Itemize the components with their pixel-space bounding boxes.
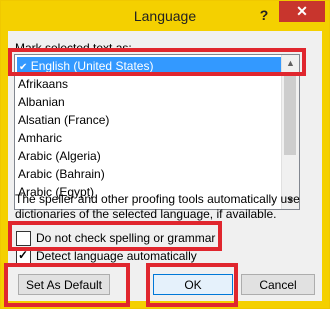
instruction-label: Mark selected text as: <box>15 41 132 55</box>
language-item[interactable]: Arabic (Algeria) <box>18 147 101 165</box>
detect-language-label: Detect language automatically <box>36 249 197 263</box>
language-item-label: English (United States) <box>30 59 154 73</box>
do-not-check-label: Do not check spelling or grammar <box>36 231 216 245</box>
set-as-default-button[interactable]: Set As Default <box>18 274 110 295</box>
help-button[interactable]: ? <box>253 5 275 25</box>
language-item[interactable]: Albanian <box>18 93 65 111</box>
do-not-check-checkbox[interactable] <box>16 231 31 246</box>
titlebar: Language ? ✕ <box>1 1 329 31</box>
language-item[interactable]: Afrikaans <box>18 75 68 93</box>
proofing-info-text: The speller and other proofing tools aut… <box>15 192 300 221</box>
language-item[interactable]: Arabic (Bahrain) <box>18 165 105 183</box>
dialog-body: Mark selected text as: ✔ English (United… <box>8 31 322 301</box>
language-dialog: Language ? ✕ Mark selected text as: ✔ En… <box>0 0 330 309</box>
vertical-scrollbar[interactable]: ▲ ▼ <box>281 55 299 209</box>
language-item[interactable]: ✔ English (United States) <box>17 57 281 75</box>
checkmark-icon: ✓ <box>18 248 29 262</box>
language-listbox[interactable]: ✔ English (United States) Afrikaans Alba… <box>14 54 300 210</box>
scroll-thumb[interactable] <box>284 73 296 155</box>
spellcheck-icon: ✔ <box>19 62 28 73</box>
cancel-button[interactable]: Cancel <box>241 274 315 295</box>
close-button[interactable]: ✕ <box>279 1 325 22</box>
language-item[interactable]: Amharic <box>18 129 62 147</box>
scroll-up-icon[interactable]: ▲ <box>282 55 299 72</box>
language-item[interactable]: Alsatian (France) <box>18 111 109 129</box>
detect-language-checkbox[interactable]: ✓ <box>16 248 31 264</box>
ok-button[interactable]: OK <box>153 274 233 295</box>
close-icon: ✕ <box>296 3 308 19</box>
